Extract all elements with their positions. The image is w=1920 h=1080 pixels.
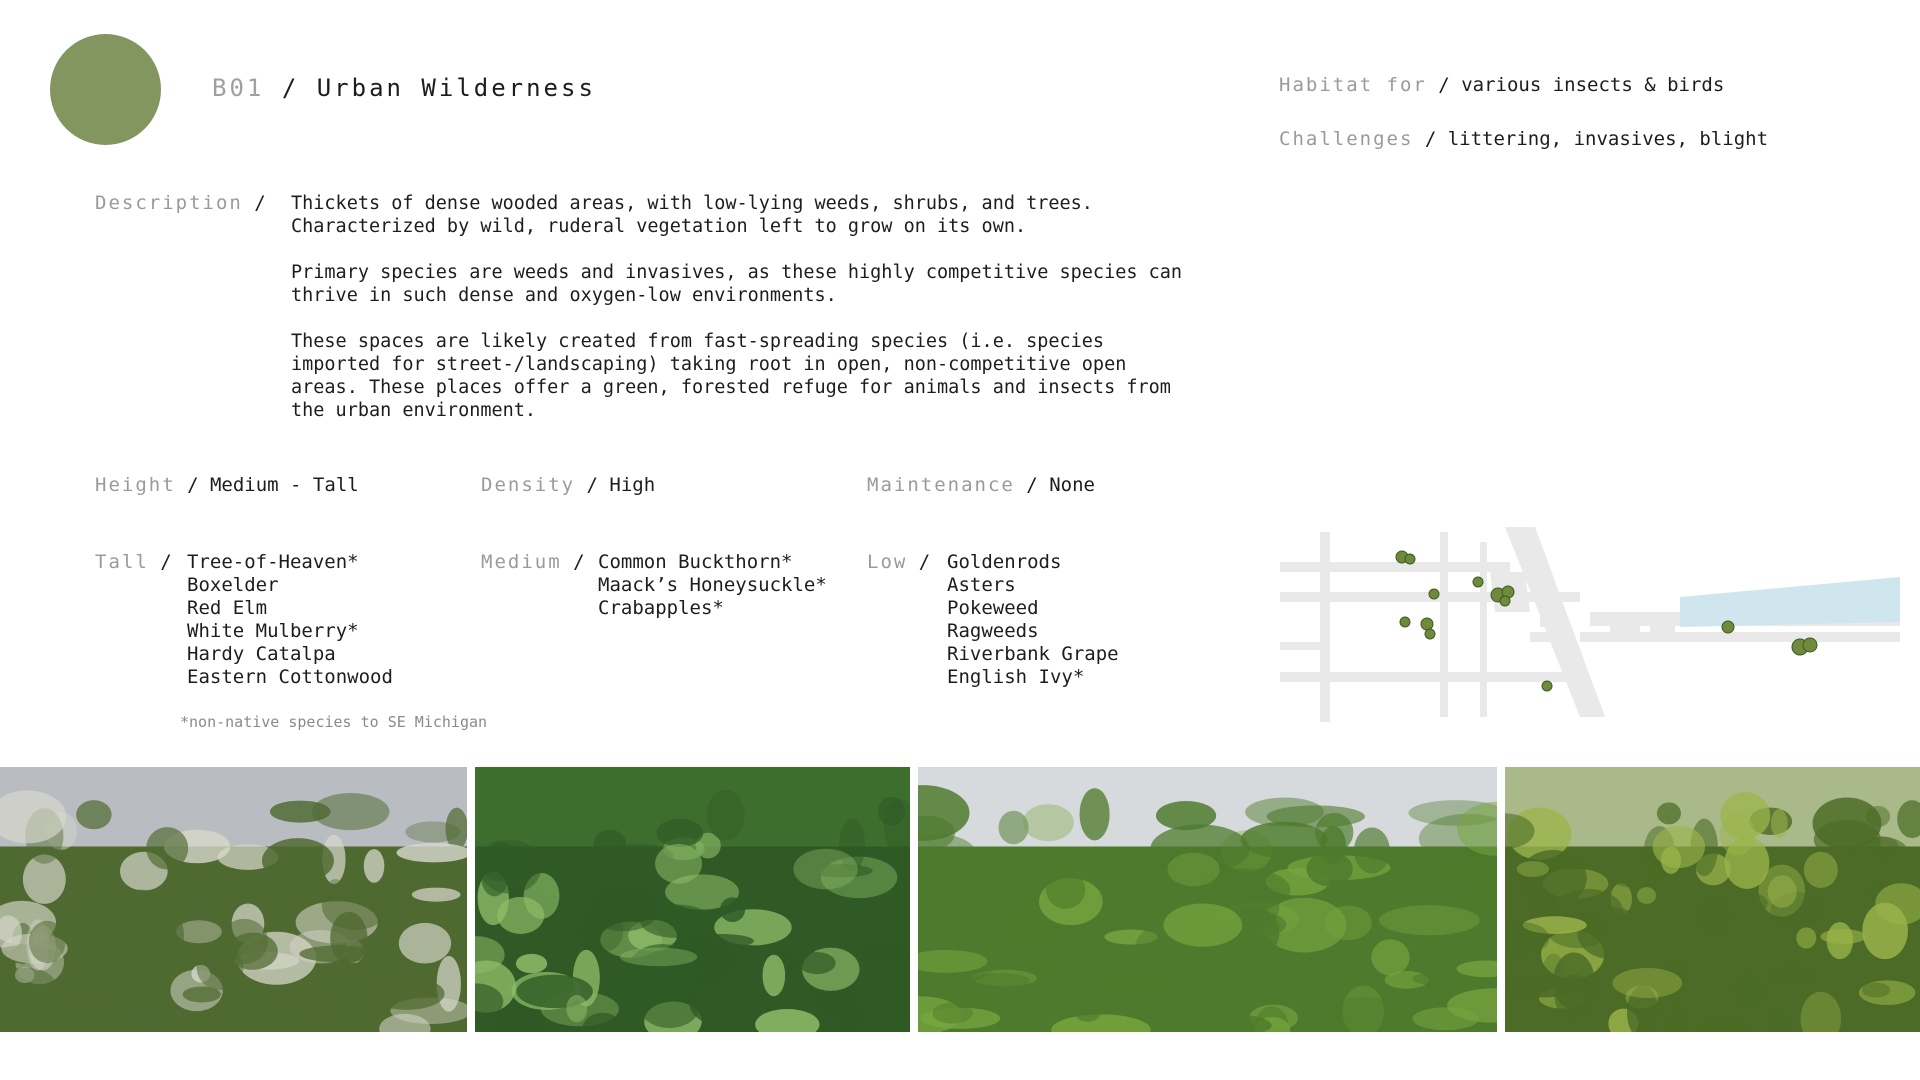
tall-species-list: Tree-of-Heaven* Boxelder Red Elm White M…: [187, 551, 393, 689]
height-attribute: Height / Medium - Tall: [95, 474, 359, 496]
tall-species-label-row: Tall /: [95, 551, 172, 573]
thicket-edge-photo: [1505, 767, 1920, 1032]
dense-vines-photo: [475, 767, 910, 1032]
overgrown-lot-photo: [918, 767, 1497, 1032]
tall-label: Tall: [95, 551, 149, 573]
species-item: Red Elm: [187, 597, 268, 619]
species-item: Hardy Catalpa: [187, 643, 336, 665]
maintenance-attribute: Maintenance / None: [867, 474, 1095, 496]
density-value: High: [609, 474, 656, 496]
medium-species-label-row: Medium /: [481, 551, 585, 573]
height-label: Height: [95, 474, 176, 496]
species-item: Asters: [947, 574, 1016, 596]
maintenance-value: None: [1049, 474, 1095, 496]
map-streets: [1280, 527, 1900, 722]
roadside-weeds-photo: [0, 767, 467, 1032]
challenges-label: Challenges: [1279, 128, 1414, 150]
low-label: Low: [867, 551, 908, 573]
description-text: Thickets of dense wooded areas, with low…: [291, 192, 1191, 445]
medium-species-list: Common Buckthorn* Maack’s Honeysuckle* C…: [598, 551, 827, 620]
description-label: Description: [95, 192, 243, 214]
habitat-row: Habitat for / various insects & birds: [1279, 74, 1725, 96]
species-item: Common Buckthorn*: [598, 551, 793, 573]
map-water: [1680, 577, 1900, 627]
description-label-row: Description /: [95, 192, 266, 214]
medium-label: Medium: [481, 551, 562, 573]
description-paragraph: Thickets of dense wooded areas, with low…: [291, 193, 1093, 237]
height-value: Medium - Tall: [209, 474, 359, 496]
habitat-value: various insects & birds: [1461, 74, 1725, 96]
challenges-row: Challenges / littering, invasives, bligh…: [1279, 128, 1769, 150]
density-label: Density: [481, 474, 576, 496]
description-paragraph: These spaces are likely created from fas…: [291, 331, 1171, 421]
species-item: White Mulberry*: [187, 620, 359, 642]
species-item: Ragweeds: [947, 620, 1039, 642]
low-species-list: Goldenrods Asters Pokeweed Ragweeds Rive…: [947, 551, 1119, 689]
low-species-label-row: Low /: [867, 551, 931, 573]
maintenance-label: Maintenance: [867, 474, 1015, 496]
species-item: Eastern Cottonwood: [187, 666, 393, 688]
challenges-value: littering, invasives, blight: [1447, 128, 1769, 150]
species-item: English Ivy*: [947, 666, 1085, 688]
species-item: Maack’s Honeysuckle*: [598, 574, 827, 596]
category-title: Urban Wilderness: [316, 74, 596, 102]
species-item: Crabapples*: [598, 597, 724, 619]
footnote: *non-native species to SE Michigan: [180, 713, 488, 731]
description-paragraph: Primary species are weeds and invasives,…: [291, 262, 1183, 306]
density-attribute: Density / High: [481, 474, 656, 496]
habitat-label: Habitat for: [1279, 74, 1427, 96]
species-item: Goldenrods: [947, 551, 1062, 573]
species-item: Boxelder: [187, 574, 279, 596]
location-map: [1280, 527, 1900, 722]
species-item: Pokeweed: [947, 597, 1039, 619]
species-item: Tree-of-Heaven*: [187, 551, 359, 573]
category-badge: [50, 34, 161, 145]
page-title: B01 / Urban Wilderness: [212, 74, 596, 102]
species-item: Riverbank Grape: [947, 643, 1119, 665]
category-code: B01: [212, 74, 265, 102]
